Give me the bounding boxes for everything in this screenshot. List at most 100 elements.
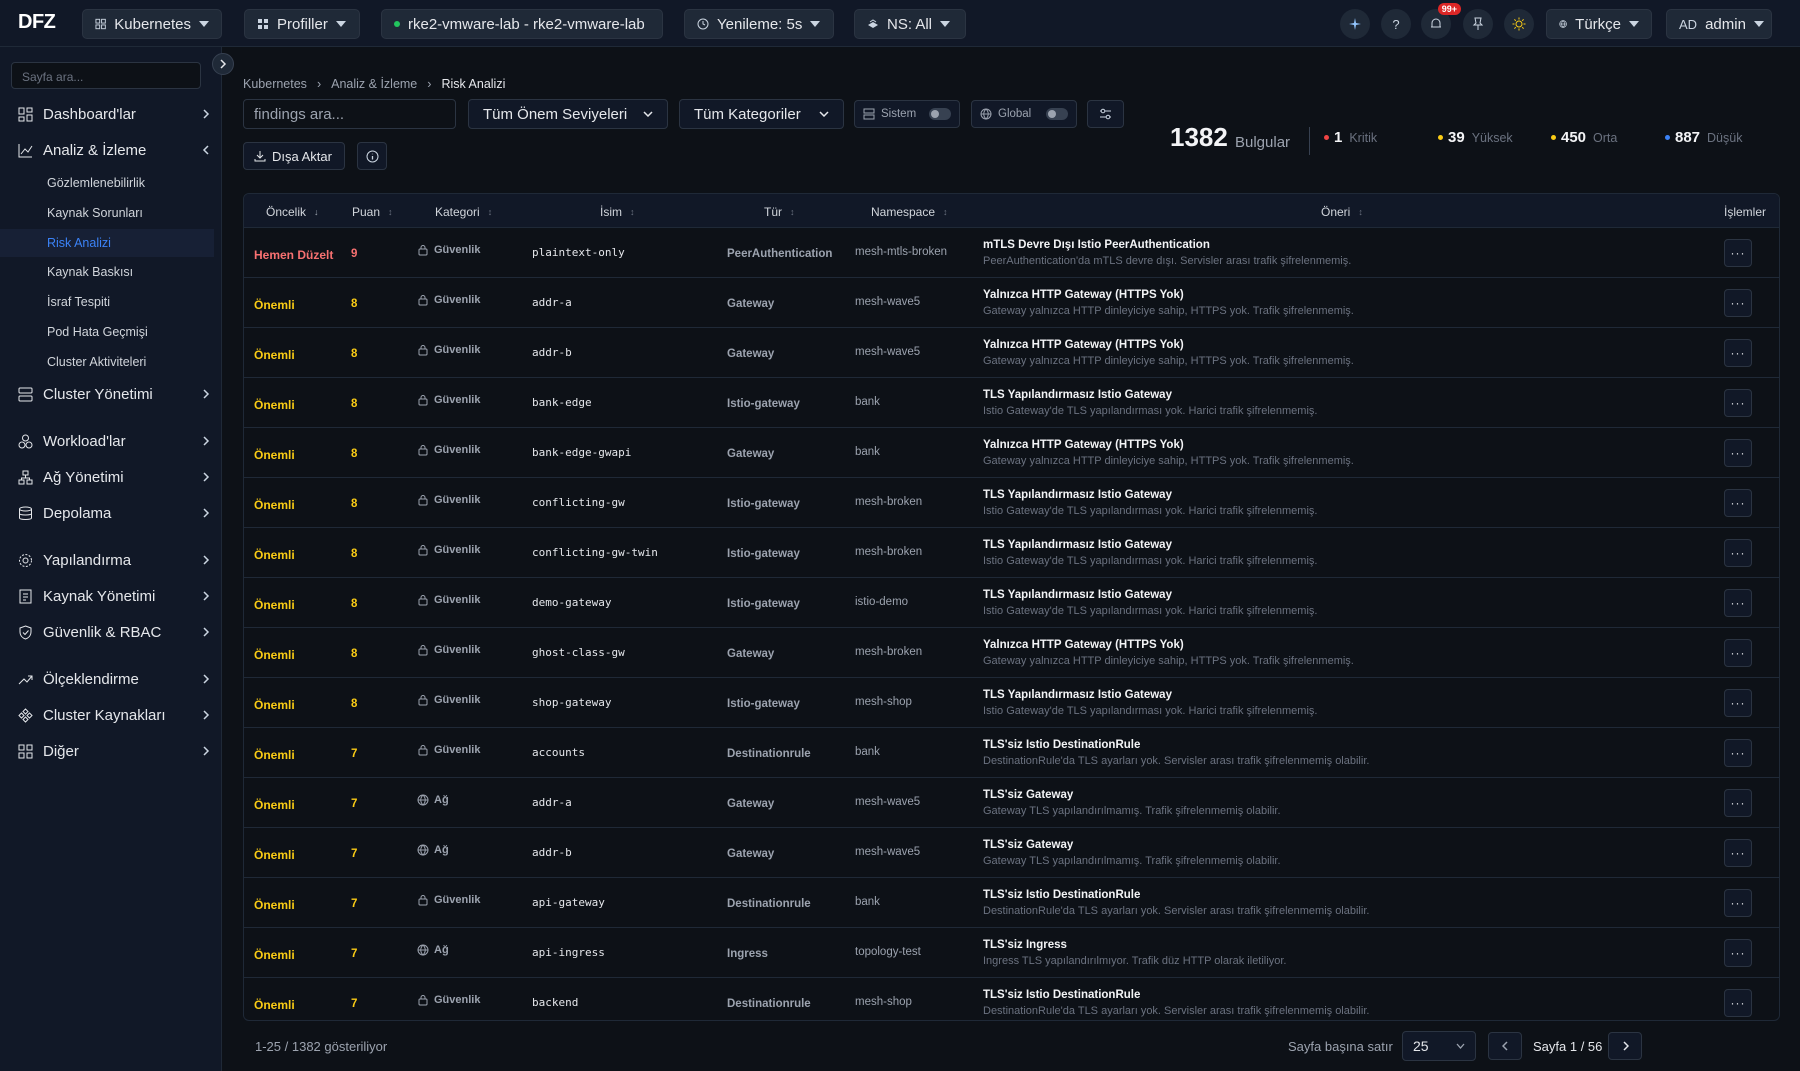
theme-toggle[interactable] xyxy=(1504,9,1534,39)
user-menu[interactable]: AD admin xyxy=(1666,9,1772,39)
row-actions-button[interactable]: ··· xyxy=(1724,339,1752,367)
row-actions-button[interactable]: ··· xyxy=(1724,989,1752,1017)
resource-name[interactable]: addr-a xyxy=(532,296,572,309)
table-row[interactable]: Önemli 7 Güvenlik backend Destinationrule mes… xyxy=(244,978,1779,1020)
sidebar-subitem-resource-pressure[interactable]: Kaynak Baskısı xyxy=(0,258,214,286)
rows-per-page-select[interactable]: 25 xyxy=(1402,1031,1476,1061)
advanced-filters-button[interactable] xyxy=(1087,100,1124,128)
sidebar-collapse-button[interactable] xyxy=(212,53,234,75)
language-menu[interactable]: Türkçe xyxy=(1546,9,1652,39)
table-row[interactable]: Önemli 7 Güvenlik api-gateway Destinationrul… xyxy=(244,878,1779,928)
prev-page-button[interactable] xyxy=(1488,1032,1522,1060)
table-row[interactable]: Önemli 7 Ağ addr-a Gateway mesh-wave5 TLS'siz … xyxy=(244,778,1779,828)
toggle-switch[interactable] xyxy=(929,108,951,120)
sidebar-item-other[interactable]: Diğer xyxy=(0,736,222,766)
resource-name[interactable]: ghost-class-gw xyxy=(532,646,625,659)
column-header-recommendation[interactable]: Öneri ↕ xyxy=(1321,205,1363,219)
table-row[interactable]: Önemli 8 Güvenlik addr-b Gateway mesh-wave5 Ya… xyxy=(244,328,1779,378)
sidebar-subitem-risk-analysis[interactable]: Risk Analizi xyxy=(0,229,214,257)
breadcrumb-item[interactable]: Kubernetes xyxy=(243,77,307,91)
breadcrumb-item[interactable]: Analiz & İzleme xyxy=(331,77,417,91)
resource-name[interactable]: conflicting-gw xyxy=(532,496,625,509)
resource-name[interactable]: addr-b xyxy=(532,346,572,359)
table-row[interactable]: Önemli 8 Güvenlik ghost-class-gw Gateway mesh… xyxy=(244,628,1779,678)
findings-search-input[interactable]: findings ara... xyxy=(243,99,456,129)
app-logo[interactable]: DFZ xyxy=(18,11,56,34)
sidebar-item-workloads[interactable]: Workload'lar xyxy=(0,426,222,456)
column-header-score[interactable]: Puan ↕ xyxy=(352,205,393,219)
column-header-kind[interactable]: Tür ↕ xyxy=(764,205,795,219)
sidebar-search-input[interactable]: Sayfa ara... xyxy=(11,62,201,89)
resource-name[interactable]: bank-edge-gwapi xyxy=(532,446,631,459)
resource-name[interactable]: demo-gateway xyxy=(532,596,611,609)
severity-filter[interactable]: Tüm Önem Seviyeleri xyxy=(468,99,668,129)
ai-assistant-button[interactable] xyxy=(1340,9,1370,39)
category-filter[interactable]: Tüm Kategoriler xyxy=(679,99,844,129)
sidebar-subitem-resource-issues[interactable]: Kaynak Sorunları xyxy=(0,199,214,227)
resource-name[interactable]: conflicting-gw-twin xyxy=(532,546,658,559)
kubernetes-menu[interactable]: Kubernetes xyxy=(82,9,222,39)
table-row[interactable]: Önemli 8 Güvenlik addr-a Gateway mesh-wave5 Ya… xyxy=(244,278,1779,328)
table-row[interactable]: Önemli 8 Güvenlik shop-gateway Istio-gateway… xyxy=(244,678,1779,728)
sidebar-subitem-pod-error-history[interactable]: Pod Hata Geçmişi xyxy=(0,318,214,346)
table-row[interactable]: Önemli 8 Güvenlik bank-edge Istio-gateway ban… xyxy=(244,378,1779,428)
table-row[interactable]: Önemli 7 Ağ api-ingress Ingress topology-test… xyxy=(244,928,1779,978)
column-header-priority[interactable]: Öncelik ↓ xyxy=(266,205,319,219)
profiles-menu[interactable]: Profiller xyxy=(244,9,360,39)
resource-name[interactable]: bank-edge xyxy=(532,396,592,409)
resource-name[interactable]: api-gateway xyxy=(532,896,605,909)
table-row[interactable]: Önemli 8 Güvenlik demo-gateway Istio-gateway… xyxy=(244,578,1779,628)
column-header-name[interactable]: İsim ↕ xyxy=(600,205,635,219)
row-actions-button[interactable]: ··· xyxy=(1724,539,1752,567)
table-row[interactable]: Önemli 8 Güvenlik bank-edge-gwapi Gateway ban… xyxy=(244,428,1779,478)
table-row[interactable]: Önemli 7 Ağ addr-b Gateway mesh-wave5 TLS'siz … xyxy=(244,828,1779,878)
row-actions-button[interactable]: ··· xyxy=(1724,839,1752,867)
help-button[interactable]: ? xyxy=(1381,9,1411,39)
notifications-button[interactable]: 99+ xyxy=(1421,3,1461,39)
resource-name[interactable]: accounts xyxy=(532,746,585,759)
column-header-category[interactable]: Kategori ↕ xyxy=(435,205,492,219)
row-actions-button[interactable]: ··· xyxy=(1724,889,1752,917)
sidebar-item-network[interactable]: Ağ Yönetimi xyxy=(0,462,222,492)
resource-name[interactable]: addr-b xyxy=(532,846,572,859)
table-row[interactable]: Hemen Düzelt 9 Güvenlik plaintext-only PeerA… xyxy=(244,228,1779,278)
sidebar-subitem-waste-detection[interactable]: İsraf Tespiti xyxy=(0,288,214,316)
sidebar-item-analysis[interactable]: Analiz & İzleme xyxy=(0,135,222,165)
sidebar-item-resource-management[interactable]: Kaynak Yönetimi xyxy=(0,581,222,611)
sidebar-item-scaling[interactable]: Ölçeklendirme xyxy=(0,664,222,694)
resource-name[interactable]: plaintext-only xyxy=(532,246,625,259)
sidebar-item-cluster-management[interactable]: Cluster Yönetimi xyxy=(0,379,222,409)
sidebar-item-storage[interactable]: Depolama xyxy=(0,498,222,528)
system-toggle[interactable]: Sistem xyxy=(854,100,960,128)
row-actions-button[interactable]: ··· xyxy=(1724,739,1752,767)
row-actions-button[interactable]: ··· xyxy=(1724,639,1752,667)
column-header-namespace[interactable]: Namespace ↕ xyxy=(871,205,948,219)
row-actions-button[interactable]: ··· xyxy=(1724,589,1752,617)
resource-name[interactable]: api-ingress xyxy=(532,946,605,959)
row-actions-button[interactable]: ··· xyxy=(1724,689,1752,717)
table-row[interactable]: Önemli 8 Güvenlik conflicting-gw Istio-gatew… xyxy=(244,478,1779,528)
resource-name[interactable]: addr-a xyxy=(532,796,572,809)
row-actions-button[interactable]: ··· xyxy=(1724,389,1752,417)
next-page-button[interactable] xyxy=(1608,1032,1642,1060)
sidebar-subitem-cluster-activities[interactable]: Cluster Aktiviteleri xyxy=(0,348,214,376)
namespace-menu[interactable]: NS: All xyxy=(854,9,966,39)
sidebar-item-cluster-resources[interactable]: Cluster Kaynakları xyxy=(0,700,222,730)
sidebar-subitem-observability[interactable]: Gözlemlenebilirlik xyxy=(0,169,214,197)
row-actions-button[interactable]: ··· xyxy=(1724,439,1752,467)
refresh-menu[interactable]: Yenileme: 5s xyxy=(684,9,834,39)
export-button[interactable]: Dışa Aktar xyxy=(243,142,345,170)
toggle-switch[interactable] xyxy=(1046,108,1068,120)
sidebar-item-configuration[interactable]: Yapılandırma xyxy=(0,545,222,575)
global-toggle[interactable]: Global xyxy=(971,100,1077,128)
row-actions-button[interactable]: ··· xyxy=(1724,239,1752,267)
info-button[interactable] xyxy=(357,142,387,170)
row-actions-button[interactable]: ··· xyxy=(1724,289,1752,317)
row-actions-button[interactable]: ··· xyxy=(1724,489,1752,517)
row-actions-button[interactable]: ··· xyxy=(1724,789,1752,817)
sidebar-item-dashboards[interactable]: Dashboard'lar xyxy=(0,99,222,129)
row-actions-button[interactable]: ··· xyxy=(1724,939,1752,967)
table-row[interactable]: Önemli 7 Güvenlik accounts Destinationrule ba… xyxy=(244,728,1779,778)
resource-name[interactable]: shop-gateway xyxy=(532,696,611,709)
cluster-selector[interactable]: rke2-vmware-lab - rke2-vmware-lab xyxy=(381,9,663,39)
